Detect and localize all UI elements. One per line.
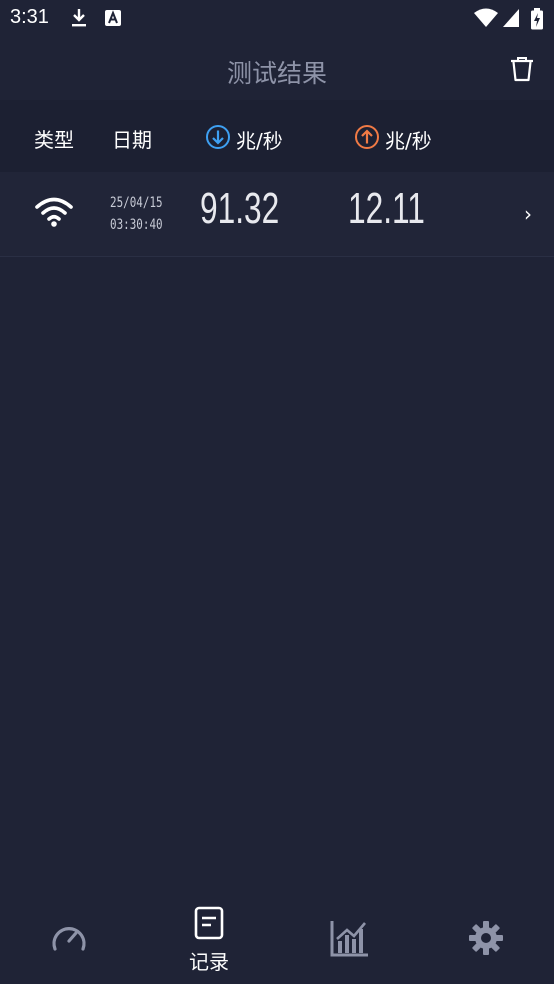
trash-icon bbox=[508, 57, 536, 88]
document-icon bbox=[194, 906, 224, 944]
result-date: 25/04/15 bbox=[110, 195, 163, 211]
column-type[interactable]: 类型 bbox=[34, 124, 74, 153]
speedometer-icon bbox=[50, 921, 88, 959]
nav-records[interactable]: 记录 bbox=[140, 896, 278, 984]
column-header: 类型 日期 兆/秒 兆/秒 bbox=[0, 100, 554, 172]
result-row[interactable]: 25/04/15 03:30:40 91.32 12.11 › bbox=[0, 172, 554, 257]
nav-settings[interactable] bbox=[417, 896, 554, 984]
a-notification-icon bbox=[104, 8, 122, 32]
column-download[interactable]: 兆/秒 bbox=[205, 124, 283, 155]
wifi-signal-icon bbox=[474, 8, 498, 32]
download-icon bbox=[70, 8, 88, 32]
nav-statistics[interactable] bbox=[281, 896, 419, 984]
column-download-label: 兆/秒 bbox=[236, 129, 283, 153]
nav-records-label: 记录 bbox=[189, 949, 229, 974]
status-time: 3:31 bbox=[10, 6, 49, 28]
status-bar: 3:31 bbox=[0, 0, 554, 36]
page-title: 测试结果 bbox=[226, 59, 327, 88]
bottom-nav: 记录 bbox=[0, 896, 554, 984]
column-type-label: 类型 bbox=[34, 128, 74, 152]
result-download-value: 91.32 bbox=[200, 184, 280, 233]
cell-signal-icon bbox=[502, 8, 520, 32]
gear-icon bbox=[468, 920, 504, 960]
download-arrow-icon bbox=[205, 124, 236, 155]
chart-icon bbox=[330, 919, 370, 961]
app-header: 测试结果 bbox=[0, 36, 554, 100]
upload-arrow-icon bbox=[354, 124, 385, 155]
result-datetime: 25/04/15 03:30:40 bbox=[110, 192, 163, 236]
delete-button[interactable] bbox=[508, 54, 536, 84]
chevron-right-icon[interactable]: › bbox=[524, 202, 532, 226]
column-date-label: 日期 bbox=[112, 128, 152, 152]
wifi-icon bbox=[34, 196, 74, 232]
result-time: 03:30:40 bbox=[110, 217, 163, 233]
battery-charging-icon bbox=[530, 8, 544, 34]
column-upload[interactable]: 兆/秒 bbox=[354, 124, 432, 155]
result-upload-value: 12.11 bbox=[348, 184, 425, 233]
column-upload-label: 兆/秒 bbox=[385, 129, 432, 153]
column-date[interactable]: 日期 bbox=[112, 124, 152, 153]
nav-speedtest[interactable] bbox=[0, 896, 138, 984]
